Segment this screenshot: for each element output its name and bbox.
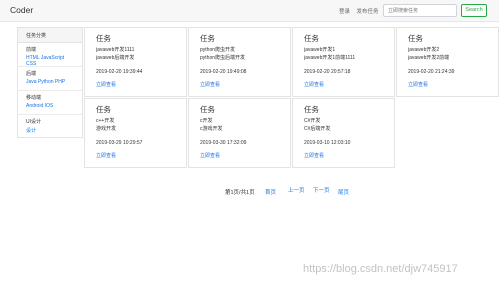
sidebar-group-backend: 后端 Java Python PHP xyxy=(18,67,82,91)
task-card-time: 2019-02-20 21:24:39 xyxy=(408,69,455,75)
task-card-name: c开发 xyxy=(200,118,213,124)
sidebar-group-title: UI设计 xyxy=(26,119,42,125)
sidebar-group-links[interactable]: HTML JavaScript CSS xyxy=(26,55,74,67)
task-card-description: c游戏开发 xyxy=(200,126,223,132)
sidebar-group-title: 前端 xyxy=(26,47,37,53)
view-now-link[interactable]: 立即查看 xyxy=(200,81,279,88)
task-card-title: 任务 xyxy=(200,34,215,43)
login-link[interactable]: 登录 xyxy=(339,9,350,15)
task-card-description: python爬虫后端开发 xyxy=(200,55,246,61)
view-now-link[interactable]: 立即查看 xyxy=(96,81,175,88)
category-sidebar: 任务分类 前端 HTML JavaScript CSS 后端 Java Pyth… xyxy=(17,27,83,138)
task-card-title: 任务 xyxy=(304,34,319,43)
task-card: 任务 c开发 c游戏开发 2019-03-30 17:32:09 立即查看 xyxy=(188,98,291,168)
publish-task-link[interactable]: 发布任务 xyxy=(357,9,379,15)
task-card-title: 任务 xyxy=(96,105,111,114)
view-now-link[interactable]: 立即查看 xyxy=(304,81,383,88)
task-card: 任务 javaweb开发2 javaweb开发2前端 2019-02-20 21… xyxy=(396,27,499,97)
sidebar-group-links[interactable]: Android IOS xyxy=(26,103,74,109)
nav-links: 登录 发布任务 xyxy=(339,7,384,15)
task-card-title: 任务 xyxy=(408,34,423,43)
sidebar-group-frontend: 前端 HTML JavaScript CSS xyxy=(18,43,82,67)
task-card-name: javaweb开发1 xyxy=(304,47,336,53)
task-card-time: 2019-02-20 19:49:08 xyxy=(200,69,247,75)
task-card-title: 任务 xyxy=(304,105,319,114)
pagination-info: 第1页/共1页 xyxy=(225,190,255,196)
task-card-description: 游戏开发 xyxy=(96,126,117,132)
task-card-time: 2019-03-10 12:03:10 xyxy=(304,140,351,146)
source-watermark: https://blog.csdn.net/djw745917 xyxy=(303,263,458,275)
task-card: 任务 javaweb开发1 javaweb开发1前端1111 2019-02-2… xyxy=(292,27,395,97)
task-card-time: 2019-03-29 10:29:57 xyxy=(96,140,143,146)
sidebar-group-mobile: 移动端 Android IOS xyxy=(18,91,82,115)
last-page-link[interactable]: 尾页 xyxy=(338,188,349,196)
task-card-title: 任务 xyxy=(96,34,111,43)
task-card-description: C#后端开发 xyxy=(304,126,331,132)
task-card-name: javaweb开发1111 xyxy=(96,47,135,53)
sidebar-group-title: 移动端 xyxy=(26,95,42,101)
task-card-description: javaweb开发2前端 xyxy=(408,55,450,61)
sidebar-group-links[interactable]: 设计 xyxy=(26,127,74,134)
task-card-name: C#开发 xyxy=(304,118,321,124)
brand-logo[interactable]: Coder xyxy=(10,5,33,15)
task-card-time: 2019-03-30 17:32:09 xyxy=(200,140,247,146)
first-page-link[interactable]: 首页 xyxy=(265,188,276,196)
task-card: 任务 javaweb开发1111 javaweb后端开发 2019-02-20 … xyxy=(84,27,187,97)
sidebar-group-links[interactable]: Java Python PHP xyxy=(26,79,74,85)
view-now-link[interactable]: 立即查看 xyxy=(96,152,175,159)
task-card-name: c++开发 xyxy=(96,118,115,124)
search-button[interactable]: Search xyxy=(461,4,487,17)
view-now-link[interactable]: 立即查看 xyxy=(408,81,487,88)
task-card-description: javaweb开发1前端1111 xyxy=(304,55,356,61)
view-now-link[interactable]: 立即查看 xyxy=(304,152,383,159)
sidebar-group-ui-design: UI设计 设计 xyxy=(18,115,82,137)
search-input[interactable] xyxy=(383,4,457,17)
task-card-time: 2019-02-20 20:57:18 xyxy=(304,69,351,75)
prev-page-link[interactable]: 上一页 xyxy=(288,186,305,194)
task-card-name: python爬虫开发 xyxy=(200,47,236,53)
next-page-link[interactable]: 下一页 xyxy=(313,186,330,194)
sidebar-group-title: 后端 xyxy=(26,71,37,77)
task-card: 任务 c++开发 游戏开发 2019-03-29 10:29:57 立即查看 xyxy=(84,98,187,168)
task-card-time: 2019-02-20 19:39:44 xyxy=(96,69,143,75)
task-card-name: javaweb开发2 xyxy=(408,47,440,53)
task-card: 任务 C#开发 C#后端开发 2019-03-10 12:03:10 立即查看 xyxy=(292,98,395,168)
top-navbar: Coder 登录 发布任务 Search xyxy=(0,0,499,22)
view-now-link[interactable]: 立即查看 xyxy=(200,152,279,159)
sidebar-header: 任务分类 xyxy=(18,28,82,43)
task-card-title: 任务 xyxy=(200,105,215,114)
task-card-description: javaweb后端开发 xyxy=(96,55,135,61)
task-card: 任务 python爬虫开发 python爬虫后端开发 2019-02-20 19… xyxy=(188,27,291,97)
